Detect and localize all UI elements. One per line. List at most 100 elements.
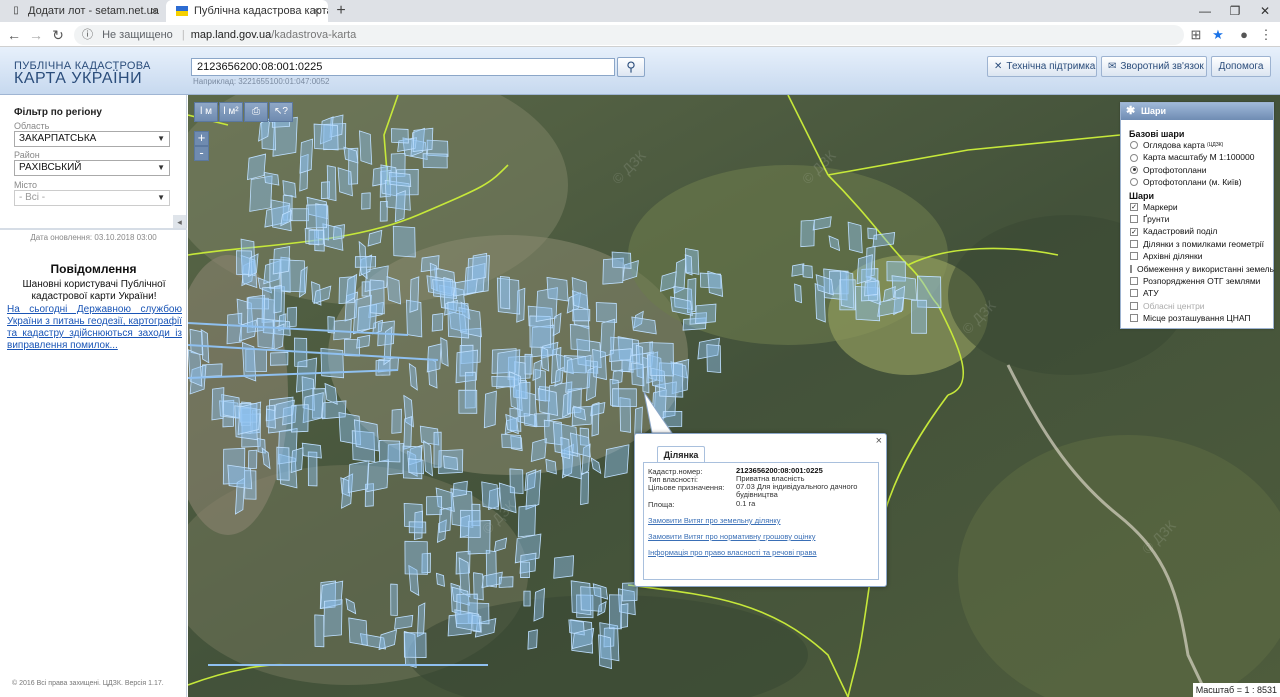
parcel-polygon[interactable]: [326, 165, 337, 202]
parcel-polygon[interactable]: [354, 255, 377, 268]
parcel-polygon[interactable]: [621, 359, 631, 373]
parcel-polygon[interactable]: [447, 301, 470, 339]
checkbox[interactable]: [1130, 289, 1138, 298]
parcel-polygon[interactable]: [649, 342, 674, 377]
parcel-polygon[interactable]: [520, 561, 530, 578]
parcel-polygon[interactable]: [408, 521, 427, 534]
account-icon[interactable]: ●: [1234, 25, 1254, 45]
parcel-polygon[interactable]: [443, 455, 459, 471]
parcel-polygon[interactable]: [501, 433, 522, 449]
parcel-polygon[interactable]: [695, 303, 717, 324]
parcel-polygon[interactable]: [545, 458, 557, 475]
parcel-polygon[interactable]: [404, 540, 428, 575]
zoom-in-button[interactable]: +: [194, 131, 209, 146]
parcel-polygon[interactable]: [604, 444, 630, 479]
parcel-polygon[interactable]: [572, 309, 591, 322]
parcel-polygon[interactable]: [911, 299, 927, 334]
parcel-polygon[interactable]: [227, 464, 253, 490]
radio-button[interactable]: [1130, 178, 1138, 187]
parcel-polygon[interactable]: [839, 270, 855, 309]
parcel-polygon[interactable]: [426, 496, 443, 516]
parcel-polygon[interactable]: [426, 343, 442, 373]
order-extract-link[interactable]: Замовити Витяг про земельну ділянку: [648, 516, 781, 525]
parcel-polygon[interactable]: [379, 200, 388, 222]
checkbox[interactable]: ✓: [1130, 227, 1138, 236]
parcel-polygon[interactable]: [403, 632, 427, 658]
parcel-polygon[interactable]: [273, 284, 283, 314]
parcel-polygon[interactable]: [407, 458, 424, 475]
parcel-polygon[interactable]: [481, 481, 499, 510]
maximize-icon[interactable]: ❐: [1220, 0, 1250, 22]
base-layer-3[interactable]: Ортофотоплани (м. Київ): [1130, 176, 1273, 188]
parcel-polygon[interactable]: [706, 344, 722, 374]
parcel-polygon[interactable]: [256, 317, 275, 349]
raion-select[interactable]: РАХІВСЬКИЙ ▼: [14, 160, 170, 176]
parcel-polygon[interactable]: [553, 555, 575, 579]
minimize-icon[interactable]: —: [1190, 0, 1220, 22]
parcel-polygon[interactable]: [409, 276, 420, 313]
print-button[interactable]: ⎙: [244, 102, 268, 122]
parcel-polygon[interactable]: [282, 180, 297, 198]
parcel-polygon[interactable]: [291, 404, 309, 433]
parcel-polygon[interactable]: [491, 375, 515, 388]
close-icon[interactable]: ×: [876, 435, 882, 447]
parcel-polygon[interactable]: [359, 130, 373, 165]
parcel-polygon[interactable]: [611, 251, 632, 269]
parcel-polygon[interactable]: [518, 381, 531, 417]
overlay-layer-9[interactable]: Місце розташування ЦНАП: [1130, 312, 1273, 324]
parcel-polygon[interactable]: [800, 219, 815, 248]
parcel-polygon[interactable]: [435, 572, 445, 587]
parcel-polygon[interactable]: [552, 312, 562, 337]
parcel-polygon[interactable]: [460, 509, 481, 538]
notice-link[interactable]: На сьогодні Державною службою України з …: [7, 304, 182, 352]
parcel-polygon[interactable]: [537, 388, 559, 417]
overlay-layer-5[interactable]: Обмеження у використанні земель: [1130, 263, 1274, 275]
parcel-polygon[interactable]: [431, 313, 444, 332]
close-icon[interactable]: ×: [313, 0, 320, 22]
radio-button[interactable]: [1130, 141, 1138, 150]
parcel-polygon[interactable]: [323, 599, 343, 637]
parcel-polygon[interactable]: [270, 352, 289, 366]
search-button[interactable]: ⚲: [617, 57, 645, 77]
parcel-polygon[interactable]: [571, 277, 589, 311]
checkbox[interactable]: ✓: [1130, 202, 1138, 211]
parcel-polygon[interactable]: [378, 440, 401, 463]
parcel-polygon[interactable]: [483, 390, 497, 429]
back-icon[interactable]: ←: [4, 25, 24, 45]
parcel-polygon[interactable]: [546, 276, 569, 302]
parcel-polygon[interactable]: [308, 229, 324, 245]
parcel-polygon[interactable]: [246, 153, 267, 181]
overlay-layer-6[interactable]: Розпорядження ОТГ землями: [1130, 275, 1273, 287]
parcel-polygon[interactable]: [525, 469, 542, 510]
parcel-polygon[interactable]: [348, 617, 368, 646]
overlay-layer-3[interactable]: Ділянки з помилками геометрії: [1130, 238, 1273, 250]
map-canvas[interactable]: © ДЗК © ДЗК © ДЗК © ДЗК © ДЗК l м l м² ⎙…: [188, 95, 1280, 697]
parcel-polygon[interactable]: [386, 275, 402, 305]
parcel-polygon[interactable]: [314, 614, 325, 648]
overlay-layer-4[interactable]: Архівні ділянки: [1130, 250, 1273, 262]
parcel-polygon[interactable]: [532, 359, 542, 382]
parcel-polygon[interactable]: [337, 167, 353, 197]
parcel-polygon[interactable]: [276, 446, 290, 481]
parcel-polygon[interactable]: [394, 190, 406, 223]
parcel-polygon[interactable]: [499, 275, 511, 310]
translate-icon[interactable]: ⊞: [1186, 25, 1206, 45]
parcel-polygon[interactable]: [872, 231, 896, 248]
measure-length-button[interactable]: l м: [194, 102, 218, 122]
parcel-polygon[interactable]: [433, 431, 442, 468]
parcel-polygon[interactable]: [272, 245, 291, 275]
parcel-polygon[interactable]: [412, 127, 434, 152]
parcel-polygon[interactable]: [392, 225, 416, 258]
checkbox[interactable]: [1130, 301, 1138, 310]
reload-icon[interactable]: ↻: [48, 25, 68, 45]
checkbox[interactable]: [1130, 252, 1138, 261]
close-icon[interactable]: ×: [151, 0, 158, 22]
parcel-polygon[interactable]: [631, 362, 645, 387]
parcel-polygon[interactable]: [211, 387, 225, 421]
overlay-layer-0[interactable]: ✓ Маркери: [1130, 201, 1273, 213]
parcel-polygon[interactable]: [390, 128, 409, 144]
parcel-polygon[interactable]: [580, 471, 590, 506]
oblast-select[interactable]: ЗАКАРПАТСЬКА ▼: [14, 131, 170, 147]
parcel-polygon[interactable]: [634, 406, 643, 436]
parcel-polygon[interactable]: [306, 204, 328, 229]
